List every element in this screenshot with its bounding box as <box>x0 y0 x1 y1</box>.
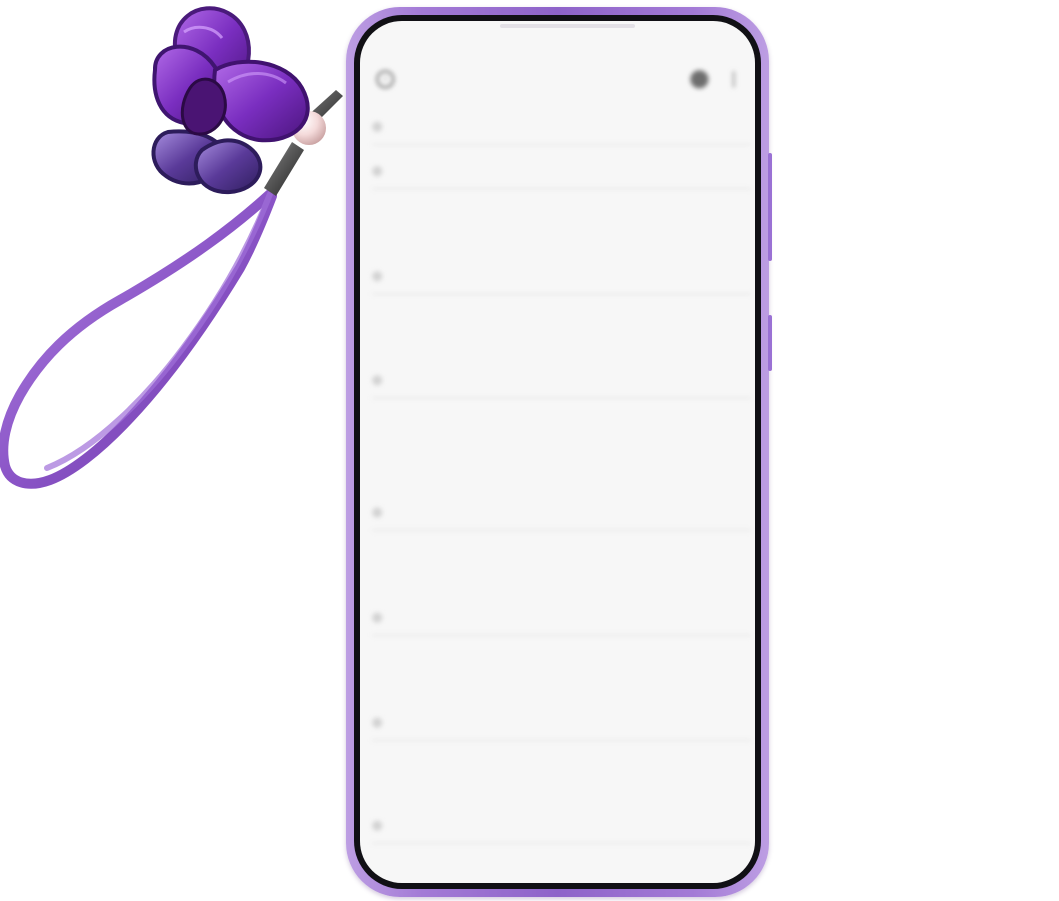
meta-left <box>372 121 398 132</box>
item-divider <box>372 188 751 190</box>
avatar-icon <box>372 507 383 518</box>
feed-list <box>360 97 755 883</box>
device-mockup-scene: ‹ <box>0 0 1059 901</box>
phone-screen: ‹ <box>360 21 755 883</box>
butterfly-charm-icon <box>0 6 343 489</box>
list-item[interactable] <box>372 497 751 531</box>
list-item[interactable] <box>372 261 751 295</box>
meta-left <box>372 375 398 386</box>
avatar-icon <box>372 375 383 386</box>
avatar-icon <box>372 121 383 132</box>
list-item[interactable] <box>372 365 751 399</box>
list-item[interactable] <box>372 811 751 844</box>
item-divider <box>372 143 751 145</box>
power-button[interactable] <box>768 315 772 371</box>
avatar-icon <box>372 166 383 177</box>
item-meta <box>372 507 751 518</box>
profile-dot-icon[interactable] <box>690 70 709 89</box>
volume-button[interactable] <box>768 153 772 261</box>
item-divider <box>372 842 751 844</box>
menu-icon[interactable] <box>732 71 745 88</box>
item-meta <box>372 612 751 623</box>
item-meta <box>372 820 751 831</box>
list-item[interactable] <box>372 156 751 190</box>
item-divider <box>372 397 751 399</box>
back-circle-icon: ‹ <box>376 70 395 89</box>
meta-left <box>372 271 398 282</box>
item-meta <box>372 121 751 132</box>
meta-left <box>372 612 398 623</box>
item-divider <box>372 739 751 741</box>
meta-left <box>372 507 398 518</box>
item-divider <box>372 529 751 531</box>
item-divider <box>372 634 751 636</box>
avatar-icon <box>372 717 383 728</box>
back-button[interactable]: ‹ <box>376 70 400 89</box>
list-item[interactable] <box>372 708 751 741</box>
meta-left <box>372 717 398 728</box>
list-item[interactable] <box>372 602 751 636</box>
item-meta <box>372 717 751 728</box>
list-item[interactable] <box>372 112 751 145</box>
avatar-icon <box>372 612 383 623</box>
item-meta <box>372 375 751 386</box>
blurred-content: ‹ <box>360 21 755 883</box>
meta-left <box>372 166 398 177</box>
status-bar <box>398 25 740 45</box>
phone-frame: ‹ <box>346 7 772 897</box>
item-meta <box>372 271 751 282</box>
avatar-icon <box>372 820 383 831</box>
item-meta <box>372 166 751 177</box>
top-bar: ‹ <box>376 61 745 97</box>
item-divider <box>372 293 751 295</box>
meta-left <box>372 820 398 831</box>
top-bar-actions <box>690 70 745 89</box>
avatar-icon <box>372 271 383 282</box>
